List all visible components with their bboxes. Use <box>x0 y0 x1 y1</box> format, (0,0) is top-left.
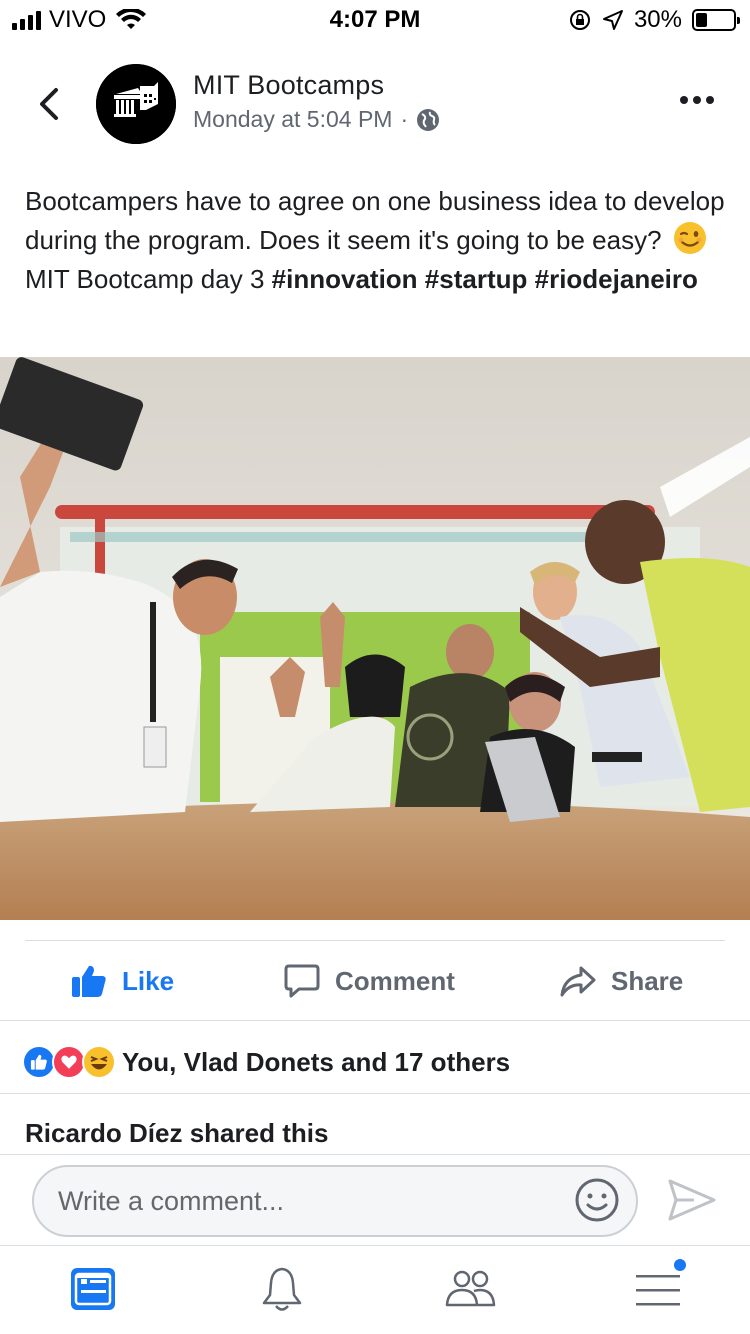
globe-icon <box>417 108 440 131</box>
notification-dot <box>672 1257 688 1273</box>
tab-news-feed[interactable] <box>68 1265 120 1315</box>
post-text-part1: Bootcampers have to agree on one busines… <box>25 186 725 255</box>
bell-icon <box>262 1267 302 1311</box>
send-arrow-icon <box>668 1179 716 1221</box>
post-meta: Monday at 5:04 PM · <box>193 106 440 133</box>
post-timestamp[interactable]: Monday at 5:04 PM <box>193 106 392 133</box>
battery-percent: 30% <box>633 6 682 33</box>
back-button[interactable] <box>30 82 70 126</box>
battery-level <box>696 13 707 27</box>
divider <box>0 1020 750 1021</box>
comment-input[interactable]: Write a comment... <box>32 1165 638 1237</box>
love-reaction-icon <box>52 1045 86 1079</box>
page-avatar[interactable] <box>96 64 176 144</box>
send-button[interactable] <box>664 1175 718 1225</box>
like-reaction-icon <box>22 1045 56 1079</box>
post-photo-illustration <box>0 357 750 920</box>
share-arrow-icon <box>560 966 596 997</box>
reactions-summary[interactable]: You, Vlad Donets and 17 others <box>22 1038 510 1086</box>
hashtag-link[interactable]: #startup <box>425 264 528 294</box>
comment-composer: Write a comment... <box>0 1154 750 1246</box>
like-label: Like <box>122 965 175 996</box>
divider <box>0 1093 750 1094</box>
news-feed-icon <box>71 1268 115 1310</box>
comment-bubble-icon <box>284 964 320 998</box>
post-actions-bar: Like Comment Share <box>0 950 750 1012</box>
share-label: Share <box>611 965 684 996</box>
meta-separator: · <box>400 106 409 132</box>
chevron-left-icon <box>40 88 58 120</box>
share-button[interactable]: Share <box>559 962 683 1000</box>
comment-label: Comment <box>335 965 455 996</box>
shared-by-text[interactable]: Ricardo Díez shared this <box>25 1118 328 1149</box>
comment-button[interactable]: Comment <box>283 962 455 1000</box>
rotation-lock-icon <box>569 10 590 30</box>
reactions-text: You, Vlad Donets and 17 others <box>122 1046 511 1077</box>
page-name[interactable]: MIT Bootcamps <box>193 70 384 101</box>
post-header: MIT Bootcamps Monday at 5:04 PM · <box>0 60 750 150</box>
mit-bootcamps-logo-icon <box>96 64 176 144</box>
post-photo[interactable] <box>0 357 750 920</box>
more-options-button[interactable] <box>680 90 720 110</box>
like-button[interactable]: Like <box>70 962 174 1000</box>
friends-icon <box>445 1270 496 1307</box>
reaction-icons <box>22 1045 116 1079</box>
hashtag-link[interactable]: #riodejaneiro <box>535 264 698 294</box>
tab-friends[interactable] <box>444 1265 496 1315</box>
location-arrow-icon <box>602 10 623 30</box>
thumbs-up-icon <box>72 965 106 997</box>
smiley-icon <box>575 1178 619 1222</box>
tab-menu[interactable] <box>632 1257 688 1315</box>
hashtag-link[interactable]: #innovation <box>272 264 418 294</box>
haha-reaction-icon <box>82 1045 116 1079</box>
tab-notifications[interactable] <box>256 1265 308 1315</box>
post-text-part2: MIT Bootcamp day 3 <box>25 264 265 294</box>
emoji-button[interactable] <box>574 1177 620 1223</box>
hamburger-menu-icon <box>636 1275 680 1306</box>
status-bar: VIVO 4:07 PM 30% <box>0 0 750 40</box>
battery-icon <box>692 9 740 31</box>
bottom-tab-bar <box>0 1247 750 1334</box>
winking-face-emoji-icon <box>673 222 706 254</box>
post-body-text: Bootcampers have to agree on one busines… <box>25 182 730 299</box>
divider <box>25 940 725 941</box>
status-right: 30% <box>568 6 740 34</box>
